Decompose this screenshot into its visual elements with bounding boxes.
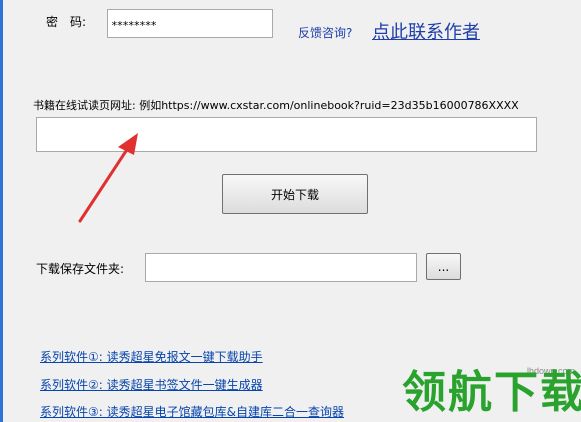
contact-author-link[interactable]: 点此联系作者 — [372, 18, 480, 44]
browse-folder-button[interactable]: ... — [426, 253, 461, 280]
annotation-arrow-icon — [78, 133, 138, 223]
watermark-text: 领航下载 — [402, 367, 581, 418]
series-link-1[interactable]: 系列软件①: 读秀超星免报文一键下载助手 — [40, 348, 263, 365]
password-label: 密 码: — [46, 15, 87, 29]
url-label: 书籍在线试读页网址: 例如https://www.cxstar.com/onli… — [33, 99, 519, 112]
feedback-prompt: 反馈咨询? — [298, 26, 353, 40]
save-folder-label: 下载保存文件夹: — [36, 262, 125, 276]
password-field[interactable]: ******** — [107, 9, 273, 38]
app-window: { "login": { "password_label": "密 码:", "… — [0, 0, 581, 422]
browse-folder-label: ... — [437, 259, 450, 274]
watermark-logo: lhdown.com 领航下载 — [397, 362, 581, 422]
password-value: ******** — [111, 19, 157, 32]
start-download-label: 开始下载 — [270, 187, 319, 202]
series-link-3[interactable]: 系列软件③: 读秀超星电子馆藏包库&自建库二合一查询器 — [40, 403, 344, 420]
start-download-button[interactable]: 开始下载 — [222, 174, 368, 214]
series-link-2[interactable]: 系列软件②: 读秀超星书签文件一键生成器 — [40, 376, 263, 393]
window-left-border — [0, 0, 3, 422]
save-folder-field[interactable] — [145, 253, 417, 282]
